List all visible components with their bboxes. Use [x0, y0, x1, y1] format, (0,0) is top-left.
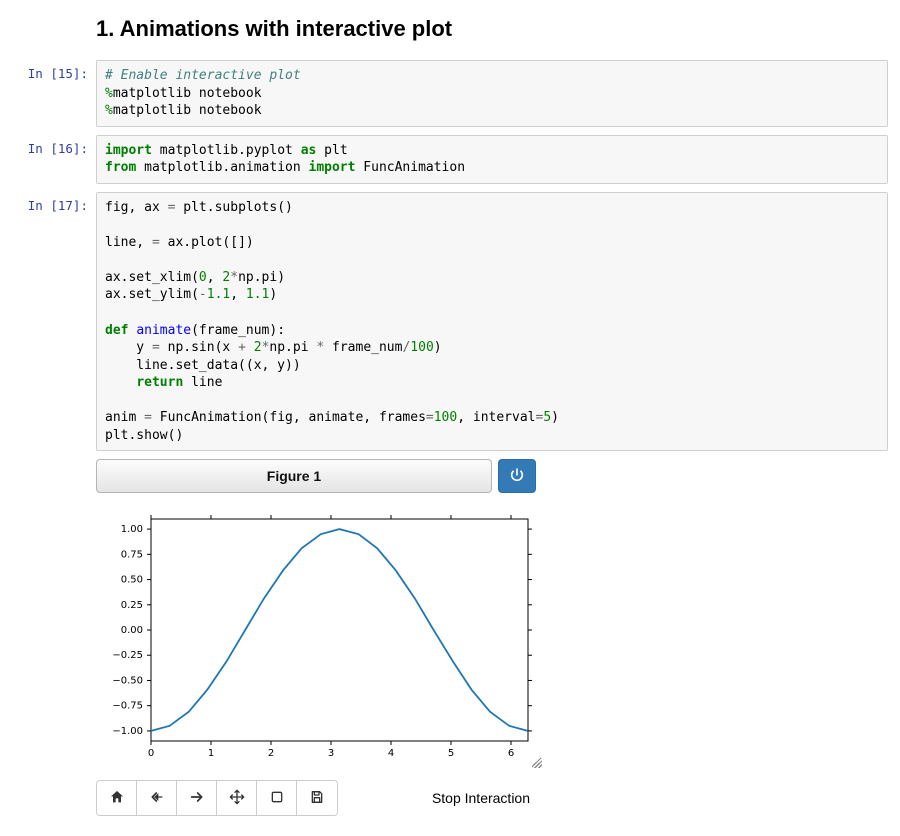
svg-text:1: 1	[208, 748, 214, 759]
power-button[interactable]	[498, 459, 536, 493]
pan-button[interactable]	[217, 781, 257, 815]
svg-text:0.00: 0.00	[121, 625, 143, 636]
arrow-right-icon	[189, 789, 205, 808]
code-input[interactable]: fig, ax = plt.subplots() line, = ax.plot…	[96, 192, 888, 452]
input-prompt: In [17]:	[12, 192, 96, 452]
svg-text:−0.75: −0.75	[112, 701, 143, 712]
save-button[interactable]	[297, 781, 337, 815]
code-input[interactable]: # Enable interactive plot %matplotlib no…	[96, 60, 888, 127]
code-input[interactable]: import matplotlib.pyplot as plt from mat…	[96, 135, 888, 184]
svg-text:2: 2	[268, 748, 274, 759]
svg-text:3: 3	[328, 748, 334, 759]
back-button[interactable]	[137, 781, 177, 815]
svg-text:0.50: 0.50	[121, 575, 143, 586]
cell-output: Figure 1 −1.00 −0.75 −0.50 −0.25 0.00 0.25 0.5…	[96, 459, 888, 816]
rectangle-icon	[269, 789, 285, 808]
line-chart[interactable]: −1.00 −0.75 −0.50 −0.25 0.00 0.25 0.50 0.75 1.00…	[96, 513, 536, 763]
section-heading: 1. Animations with interactive plot	[96, 16, 888, 42]
code-cell: In [16]:import matplotlib.pyplot as plt …	[12, 135, 888, 184]
zoom-rect-button[interactable]	[257, 781, 297, 815]
home-button[interactable]	[97, 781, 137, 815]
svg-text:−0.25: −0.25	[112, 651, 143, 662]
home-icon	[109, 789, 125, 808]
figure-title-bar[interactable]: Figure 1	[96, 459, 492, 493]
resize-handle-icon[interactable]	[528, 754, 542, 768]
input-prompt: In [16]:	[12, 135, 96, 184]
figure-toolbar	[96, 780, 338, 816]
move-icon	[229, 789, 245, 808]
arrow-left-icon	[149, 789, 165, 808]
svg-text:4: 4	[388, 748, 394, 759]
code-cell: In [17]:fig, ax = plt.subplots() line, =…	[12, 192, 888, 452]
svg-text:6: 6	[508, 748, 514, 759]
svg-text:−1.00: −1.00	[112, 726, 143, 737]
code-cell: In [15]:# Enable interactive plot %matpl…	[12, 60, 888, 127]
svg-text:0: 0	[148, 748, 154, 759]
svg-text:5: 5	[448, 748, 454, 759]
svg-text:−0.50: −0.50	[112, 676, 143, 687]
svg-text:0.25: 0.25	[121, 600, 143, 611]
power-icon	[509, 467, 525, 486]
svg-text:1.00: 1.00	[121, 524, 143, 535]
input-prompt: In [15]:	[12, 60, 96, 127]
forward-button[interactable]	[177, 781, 217, 815]
stop-interaction-label[interactable]: Stop Interaction	[432, 790, 530, 806]
save-icon	[309, 789, 325, 808]
svg-text:0.75: 0.75	[121, 550, 143, 561]
